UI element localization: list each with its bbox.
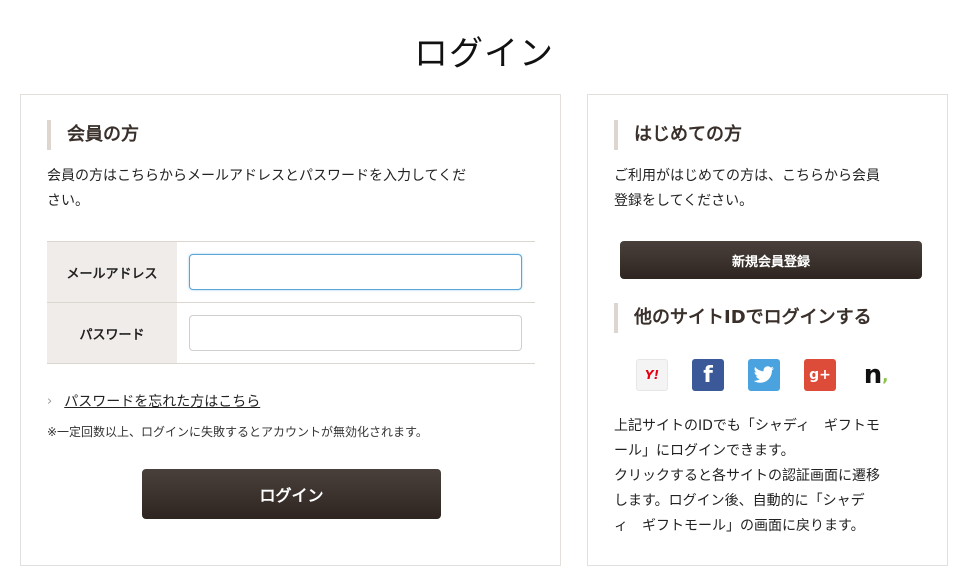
page-title: ログイン <box>414 34 554 74</box>
email-field-cell <box>177 242 535 302</box>
social-description-line: します。ログイン後、自動的に「シャデ <box>614 493 865 509</box>
facebook-icon[interactable]: f <box>692 359 724 391</box>
forgot-password-link[interactable]: パスワードを忘れた方はこちら <box>64 391 260 411</box>
new-user-description-line: 登録をしてください。 <box>614 193 754 209</box>
login-form-table: メールアドレス パスワード <box>47 241 535 364</box>
twitter-icon[interactable] <box>748 359 780 391</box>
social-description: 上記サイトのIDでも「シャディ ギフトモ ール」にログインできます。 クリックす… <box>614 414 880 539</box>
new-user-panel: はじめての方 ご利用がはじめての方は、こちらから会員 登録をしてください。 新規… <box>587 94 948 566</box>
google-plus-icon[interactable]: g+ <box>804 359 836 391</box>
member-login-panel: 会員の方 会員の方はこちらからメールアドレスとパスワードを入力してくだ さい。 … <box>20 94 561 566</box>
social-description-line: 上記サイトのIDでも「シャディ ギフトモ <box>614 418 880 434</box>
forgot-password-row: › パスワードを忘れた方はこちら <box>47 391 260 411</box>
new-user-heading: はじめての方 <box>614 120 742 150</box>
social-description-line: ール」にログインできます。 <box>614 443 795 459</box>
password-label: パスワード <box>47 303 177 363</box>
social-description-line: クリックすると各サイトの認証画面に遷移 <box>614 468 880 484</box>
register-button[interactable]: 新規会員登録 <box>620 241 922 279</box>
member-description: 会員の方はこちらからメールアドレスとパスワードを入力してくだ さい。 <box>47 164 466 214</box>
n-icon-letter: n <box>863 360 883 390</box>
password-field-cell <box>177 303 535 363</box>
password-row: パスワード <box>47 303 535 364</box>
login-button[interactable]: ログイン <box>142 469 441 519</box>
email-field[interactable] <box>189 254 522 290</box>
yahoo-icon[interactable]: Y! <box>636 359 668 391</box>
login-failure-notice: ※一定回数以上、ログインに失敗するとアカウントが無効化されます。 <box>47 425 428 439</box>
new-user-description-line: ご利用がはじめての方は、こちらから会員 <box>614 168 880 184</box>
member-heading: 会員の方 <box>47 120 139 150</box>
n-icon-dot: , <box>882 365 889 385</box>
social-description-line: ィ ギフトモール」の画面に戻ります。 <box>614 518 865 534</box>
social-login-icons: Y! f g+ n, <box>636 359 892 391</box>
email-row: メールアドレス <box>47 242 535 303</box>
twitter-bird-icon <box>753 366 774 383</box>
password-field[interactable] <box>189 315 522 351</box>
n-icon[interactable]: n, <box>860 359 892 391</box>
social-login-heading: 他のサイトIDでログインする <box>614 303 872 333</box>
chevron-right-icon: › <box>47 393 53 409</box>
new-user-description: ご利用がはじめての方は、こちらから会員 登録をしてください。 <box>614 164 880 214</box>
member-description-line: 会員の方はこちらからメールアドレスとパスワードを入力してくだ <box>47 168 467 184</box>
email-label: メールアドレス <box>47 242 177 302</box>
member-description-line: さい。 <box>47 193 89 209</box>
